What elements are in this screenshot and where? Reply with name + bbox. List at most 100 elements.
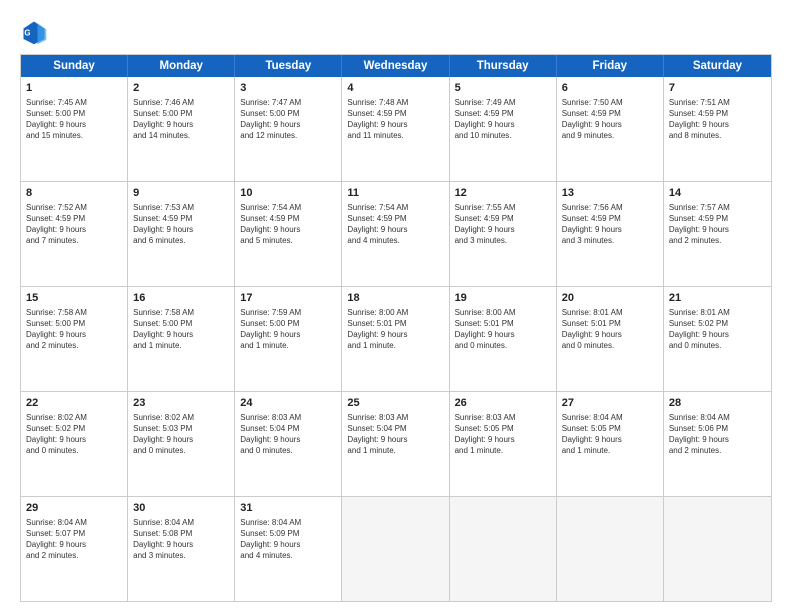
day-number: 11 xyxy=(347,186,443,201)
calendar-cell: 31Sunrise: 8:04 AM Sunset: 5:09 PM Dayli… xyxy=(235,497,342,601)
calendar-cell: 15Sunrise: 7:58 AM Sunset: 5:00 PM Dayli… xyxy=(21,287,128,391)
calendar-cell: 1Sunrise: 7:45 AM Sunset: 5:00 PM Daylig… xyxy=(21,77,128,181)
calendar-cell: 5Sunrise: 7:49 AM Sunset: 4:59 PM Daylig… xyxy=(450,77,557,181)
day-number: 22 xyxy=(26,396,122,411)
day-info: Sunrise: 8:04 AM Sunset: 5:06 PM Dayligh… xyxy=(669,412,766,457)
day-info: Sunrise: 7:47 AM Sunset: 5:00 PM Dayligh… xyxy=(240,97,336,142)
day-number: 27 xyxy=(562,396,658,411)
day-info: Sunrise: 7:55 AM Sunset: 4:59 PM Dayligh… xyxy=(455,202,551,247)
day-number: 13 xyxy=(562,186,658,201)
calendar: SundayMondayTuesdayWednesdayThursdayFrid… xyxy=(20,54,772,602)
logo-icon: G xyxy=(20,18,48,46)
calendar-cell: 17Sunrise: 7:59 AM Sunset: 5:00 PM Dayli… xyxy=(235,287,342,391)
calendar-cell: 29Sunrise: 8:04 AM Sunset: 5:07 PM Dayli… xyxy=(21,497,128,601)
calendar-cell: 6Sunrise: 7:50 AM Sunset: 4:59 PM Daylig… xyxy=(557,77,664,181)
day-number: 14 xyxy=(669,186,766,201)
day-info: Sunrise: 7:46 AM Sunset: 5:00 PM Dayligh… xyxy=(133,97,229,142)
day-number: 29 xyxy=(26,501,122,516)
calendar-cell: 18Sunrise: 8:00 AM Sunset: 5:01 PM Dayli… xyxy=(342,287,449,391)
day-info: Sunrise: 8:02 AM Sunset: 5:03 PM Dayligh… xyxy=(133,412,229,457)
page: G SundayMondayTuesdayWednesdayThursdayFr… xyxy=(0,0,792,612)
day-info: Sunrise: 7:57 AM Sunset: 4:59 PM Dayligh… xyxy=(669,202,766,247)
day-info: Sunrise: 8:04 AM Sunset: 5:05 PM Dayligh… xyxy=(562,412,658,457)
day-info: Sunrise: 7:59 AM Sunset: 5:00 PM Dayligh… xyxy=(240,307,336,352)
calendar-cell: 23Sunrise: 8:02 AM Sunset: 5:03 PM Dayli… xyxy=(128,392,235,496)
day-info: Sunrise: 7:54 AM Sunset: 4:59 PM Dayligh… xyxy=(347,202,443,247)
day-info: Sunrise: 8:04 AM Sunset: 5:08 PM Dayligh… xyxy=(133,517,229,562)
day-info: Sunrise: 7:52 AM Sunset: 4:59 PM Dayligh… xyxy=(26,202,122,247)
calendar-week-row: 15Sunrise: 7:58 AM Sunset: 5:00 PM Dayli… xyxy=(21,286,771,391)
calendar-cell: 3Sunrise: 7:47 AM Sunset: 5:00 PM Daylig… xyxy=(235,77,342,181)
calendar-header-day: Monday xyxy=(128,55,235,77)
day-number: 31 xyxy=(240,501,336,516)
calendar-cell: 28Sunrise: 8:04 AM Sunset: 5:06 PM Dayli… xyxy=(664,392,771,496)
day-info: Sunrise: 8:03 AM Sunset: 5:04 PM Dayligh… xyxy=(347,412,443,457)
day-number: 19 xyxy=(455,291,551,306)
calendar-cell: 13Sunrise: 7:56 AM Sunset: 4:59 PM Dayli… xyxy=(557,182,664,286)
calendar-header: SundayMondayTuesdayWednesdayThursdayFrid… xyxy=(21,55,771,77)
calendar-week-row: 22Sunrise: 8:02 AM Sunset: 5:02 PM Dayli… xyxy=(21,391,771,496)
day-number: 8 xyxy=(26,186,122,201)
day-info: Sunrise: 7:56 AM Sunset: 4:59 PM Dayligh… xyxy=(562,202,658,247)
day-info: Sunrise: 8:01 AM Sunset: 5:01 PM Dayligh… xyxy=(562,307,658,352)
day-info: Sunrise: 7:58 AM Sunset: 5:00 PM Dayligh… xyxy=(133,307,229,352)
day-info: Sunrise: 7:54 AM Sunset: 4:59 PM Dayligh… xyxy=(240,202,336,247)
day-number: 9 xyxy=(133,186,229,201)
calendar-cell: 16Sunrise: 7:58 AM Sunset: 5:00 PM Dayli… xyxy=(128,287,235,391)
day-number: 1 xyxy=(26,81,122,96)
day-info: Sunrise: 7:51 AM Sunset: 4:59 PM Dayligh… xyxy=(669,97,766,142)
calendar-week-row: 8Sunrise: 7:52 AM Sunset: 4:59 PM Daylig… xyxy=(21,181,771,286)
day-number: 2 xyxy=(133,81,229,96)
calendar-week-row: 1Sunrise: 7:45 AM Sunset: 5:00 PM Daylig… xyxy=(21,77,771,181)
calendar-cell: 10Sunrise: 7:54 AM Sunset: 4:59 PM Dayli… xyxy=(235,182,342,286)
day-number: 28 xyxy=(669,396,766,411)
day-number: 20 xyxy=(562,291,658,306)
day-info: Sunrise: 7:58 AM Sunset: 5:00 PM Dayligh… xyxy=(26,307,122,352)
day-number: 3 xyxy=(240,81,336,96)
calendar-cell xyxy=(450,497,557,601)
day-number: 23 xyxy=(133,396,229,411)
day-number: 12 xyxy=(455,186,551,201)
calendar-cell: 7Sunrise: 7:51 AM Sunset: 4:59 PM Daylig… xyxy=(664,77,771,181)
day-number: 24 xyxy=(240,396,336,411)
calendar-header-day: Saturday xyxy=(664,55,771,77)
day-number: 4 xyxy=(347,81,443,96)
day-number: 26 xyxy=(455,396,551,411)
calendar-header-day: Wednesday xyxy=(342,55,449,77)
header: G xyxy=(20,18,772,46)
day-info: Sunrise: 7:53 AM Sunset: 4:59 PM Dayligh… xyxy=(133,202,229,247)
day-info: Sunrise: 8:02 AM Sunset: 5:02 PM Dayligh… xyxy=(26,412,122,457)
calendar-cell: 8Sunrise: 7:52 AM Sunset: 4:59 PM Daylig… xyxy=(21,182,128,286)
calendar-cell: 12Sunrise: 7:55 AM Sunset: 4:59 PM Dayli… xyxy=(450,182,557,286)
day-number: 21 xyxy=(669,291,766,306)
calendar-cell xyxy=(664,497,771,601)
day-number: 16 xyxy=(133,291,229,306)
calendar-header-day: Tuesday xyxy=(235,55,342,77)
day-info: Sunrise: 8:00 AM Sunset: 5:01 PM Dayligh… xyxy=(347,307,443,352)
calendar-cell xyxy=(557,497,664,601)
calendar-cell: 25Sunrise: 8:03 AM Sunset: 5:04 PM Dayli… xyxy=(342,392,449,496)
day-number: 15 xyxy=(26,291,122,306)
calendar-cell: 4Sunrise: 7:48 AM Sunset: 4:59 PM Daylig… xyxy=(342,77,449,181)
calendar-cell: 14Sunrise: 7:57 AM Sunset: 4:59 PM Dayli… xyxy=(664,182,771,286)
calendar-body: 1Sunrise: 7:45 AM Sunset: 5:00 PM Daylig… xyxy=(21,77,771,601)
day-number: 6 xyxy=(562,81,658,96)
calendar-cell: 20Sunrise: 8:01 AM Sunset: 5:01 PM Dayli… xyxy=(557,287,664,391)
day-number: 7 xyxy=(669,81,766,96)
day-number: 18 xyxy=(347,291,443,306)
calendar-cell: 19Sunrise: 8:00 AM Sunset: 5:01 PM Dayli… xyxy=(450,287,557,391)
day-info: Sunrise: 8:04 AM Sunset: 5:07 PM Dayligh… xyxy=(26,517,122,562)
calendar-cell xyxy=(342,497,449,601)
day-info: Sunrise: 7:49 AM Sunset: 4:59 PM Dayligh… xyxy=(455,97,551,142)
day-number: 5 xyxy=(455,81,551,96)
calendar-cell: 11Sunrise: 7:54 AM Sunset: 4:59 PM Dayli… xyxy=(342,182,449,286)
day-info: Sunrise: 8:03 AM Sunset: 5:05 PM Dayligh… xyxy=(455,412,551,457)
calendar-cell: 22Sunrise: 8:02 AM Sunset: 5:02 PM Dayli… xyxy=(21,392,128,496)
day-number: 30 xyxy=(133,501,229,516)
day-number: 17 xyxy=(240,291,336,306)
calendar-cell: 9Sunrise: 7:53 AM Sunset: 4:59 PM Daylig… xyxy=(128,182,235,286)
day-info: Sunrise: 7:45 AM Sunset: 5:00 PM Dayligh… xyxy=(26,97,122,142)
calendar-cell: 27Sunrise: 8:04 AM Sunset: 5:05 PM Dayli… xyxy=(557,392,664,496)
calendar-cell: 30Sunrise: 8:04 AM Sunset: 5:08 PM Dayli… xyxy=(128,497,235,601)
calendar-header-day: Thursday xyxy=(450,55,557,77)
